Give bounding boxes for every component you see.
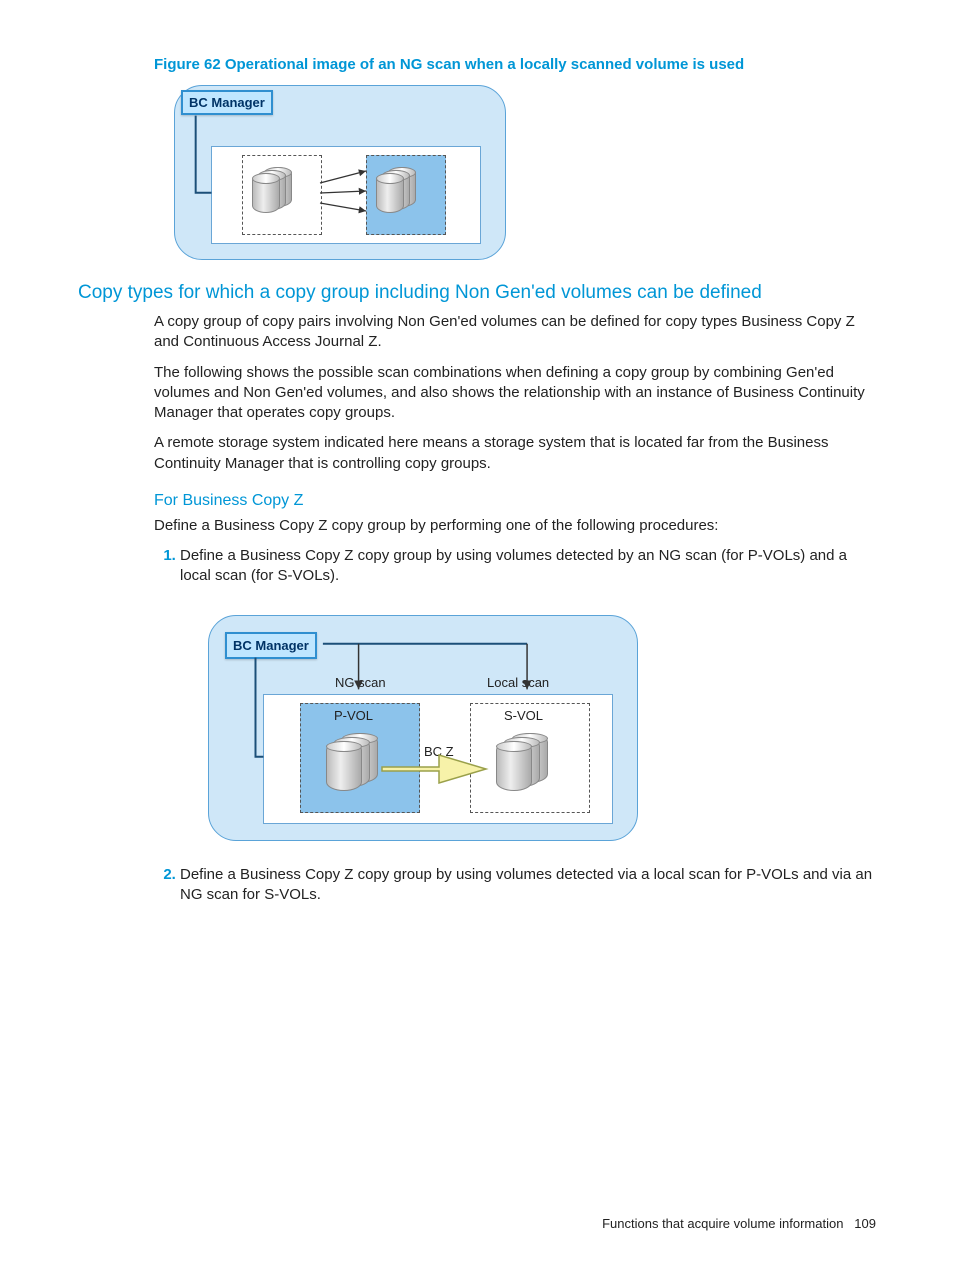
storage-system-box: P-VOL S-VOL bbox=[263, 694, 613, 824]
bcz-step1-diagram: BC Manager P-VOL S-VOL bbox=[208, 615, 638, 841]
section-heading: Copy types for which a copy group includ… bbox=[78, 282, 876, 304]
procedure-list: Define a Business Copy Z copy group by u… bbox=[154, 546, 876, 905]
pvol-label: P-VOL bbox=[334, 707, 373, 725]
subsection-heading: For Business Copy Z bbox=[154, 492, 876, 510]
page-footer: Functions that acquire volume informatio… bbox=[602, 1216, 876, 1231]
list-item: Define a Business Copy Z copy group by u… bbox=[180, 865, 876, 906]
figure-62-diagram: BC Manager bbox=[174, 85, 506, 260]
svol-label: S-VOL bbox=[504, 707, 543, 725]
footer-section: Functions that acquire volume informatio… bbox=[602, 1216, 843, 1231]
footer-page-number: 109 bbox=[854, 1216, 876, 1231]
list-item-text: Define a Business Copy Z copy group by u… bbox=[180, 866, 872, 903]
bc-manager-badge: BC Manager bbox=[181, 90, 273, 115]
list-item-text: Define a Business Copy Z copy group by u… bbox=[180, 547, 847, 584]
figure-caption: Figure 62 Operational image of an NG sca… bbox=[154, 56, 876, 73]
body-text: A copy group of copy pairs involving Non… bbox=[154, 312, 876, 353]
body-text: The following shows the possible scan co… bbox=[154, 363, 876, 424]
ng-scan-label: NG scan bbox=[335, 674, 386, 692]
list-item: Define a Business Copy Z copy group by u… bbox=[180, 546, 876, 841]
bc-manager-badge: BC Manager bbox=[225, 632, 317, 660]
local-scan-label: Local scan bbox=[487, 674, 549, 692]
bc-z-label: BC Z bbox=[424, 743, 454, 761]
storage-system-box bbox=[211, 146, 481, 244]
body-text: A remote storage system indicated here m… bbox=[154, 433, 876, 474]
body-text: Define a Business Copy Z copy group by p… bbox=[154, 516, 876, 536]
